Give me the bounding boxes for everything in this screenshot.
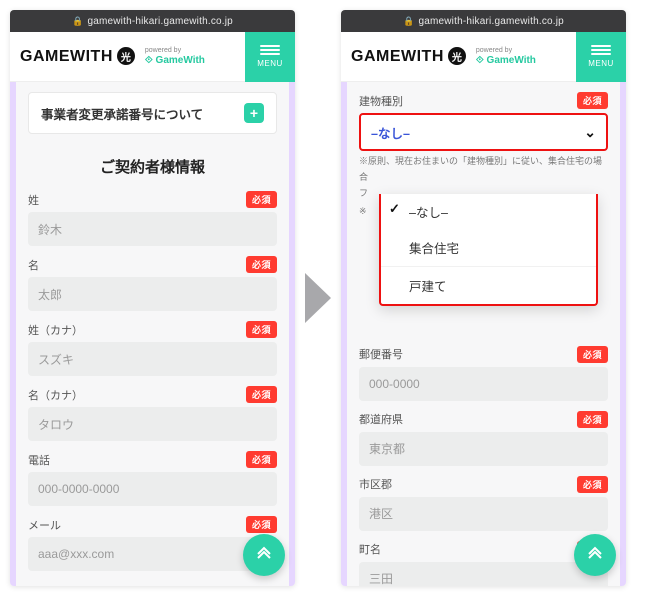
phone-right: 🔒 gamewith-hikari.gamewith.co.jp GAMEWIT…: [341, 10, 626, 586]
email-input[interactable]: aaa@xxx.com: [28, 537, 277, 571]
town-input[interactable]: 三田: [359, 562, 608, 586]
url-bar: 🔒 gamewith-hikari.gamewith.co.jp: [341, 10, 626, 32]
city-input[interactable]: 港区: [359, 497, 608, 531]
logo-hikari-badge: 光: [117, 47, 135, 65]
postal-input[interactable]: 000-0000: [359, 367, 608, 401]
required-badge: 必須: [246, 191, 277, 208]
menu-label: MENU: [257, 59, 283, 68]
menu-button[interactable]: MENU: [576, 32, 626, 82]
phone-left: 🔒 gamewith-hikari.gamewith.co.jp GAMEWIT…: [10, 10, 295, 586]
lock-icon: 🔒: [403, 16, 414, 27]
chevron-down-icon: ⌄: [584, 124, 596, 141]
field-phone: 電話必須 000-0000-0000: [28, 451, 277, 506]
phone-input[interactable]: 000-0000-0000: [28, 472, 277, 506]
field-lastname: 姓必須 鈴木: [28, 191, 277, 246]
logo: GAMEWITH 光: [351, 47, 466, 66]
building-type-dropdown: –なし– 集合住宅 戸建て: [379, 194, 598, 306]
url-text: gamewith-hikari.gamewith.co.jp: [418, 16, 564, 27]
field-firstname-kana: 名（カナ）必須 タロウ: [28, 386, 277, 441]
menu-button[interactable]: MENU: [245, 32, 295, 82]
transition-arrow-icon: [303, 273, 333, 323]
dropdown-option-house[interactable]: 戸建て: [381, 267, 596, 304]
scroll-top-button[interactable]: [574, 534, 616, 576]
logo: GAMEWITH 光: [20, 47, 135, 66]
firstname-input[interactable]: 太郎: [28, 277, 277, 311]
select-value: –なし–: [371, 123, 410, 142]
building-note: ※原則、現在お住まいの「建物種別」に従い、集合住宅の場: [359, 155, 608, 167]
notice-accordion[interactable]: 事業者変更承諾番号について +: [28, 92, 277, 134]
dropdown-option-apartment[interactable]: 集合住宅: [381, 229, 596, 267]
field-town: 町名必須 三田: [359, 541, 608, 586]
dropdown-option-none[interactable]: –なし–: [381, 194, 596, 229]
logo-main: GAMEWITH: [20, 48, 113, 66]
lock-icon: 🔒: [72, 16, 83, 27]
plus-icon: +: [244, 103, 264, 123]
firstname-kana-input[interactable]: タロウ: [28, 407, 277, 441]
prefecture-input[interactable]: 東京都: [359, 432, 608, 466]
lastname-kana-input[interactable]: スズキ: [28, 342, 277, 376]
field-prefecture: 都道府県必須 東京都: [359, 411, 608, 466]
field-email: メール必須 aaa@xxx.com: [28, 516, 277, 571]
field-city: 市区郡必須 港区: [359, 476, 608, 531]
field-firstname: 名必須 太郎: [28, 256, 277, 311]
powered-by: powered by ⟐ GameWith: [145, 47, 205, 66]
app-header: GAMEWITH 光 powered by ⟐ GameWith MENU: [10, 32, 295, 82]
lastname-input[interactable]: 鈴木: [28, 212, 277, 246]
section-title: ご契約者様情報: [28, 156, 277, 177]
url-text: gamewith-hikari.gamewith.co.jp: [87, 16, 233, 27]
app-header: GAMEWITH 光 powered by ⟐ GameWith MENU: [341, 32, 626, 82]
scroll-top-button[interactable]: [243, 534, 285, 576]
field-lastname-kana: 姓（カナ）必須 スズキ: [28, 321, 277, 376]
url-bar: 🔒 gamewith-hikari.gamewith.co.jp: [10, 10, 295, 32]
building-type-select[interactable]: –なし– ⌄: [359, 113, 608, 151]
notice-text: 事業者変更承諾番号について: [41, 104, 203, 123]
field-postal: 郵便番号必須 000-0000: [359, 346, 608, 401]
